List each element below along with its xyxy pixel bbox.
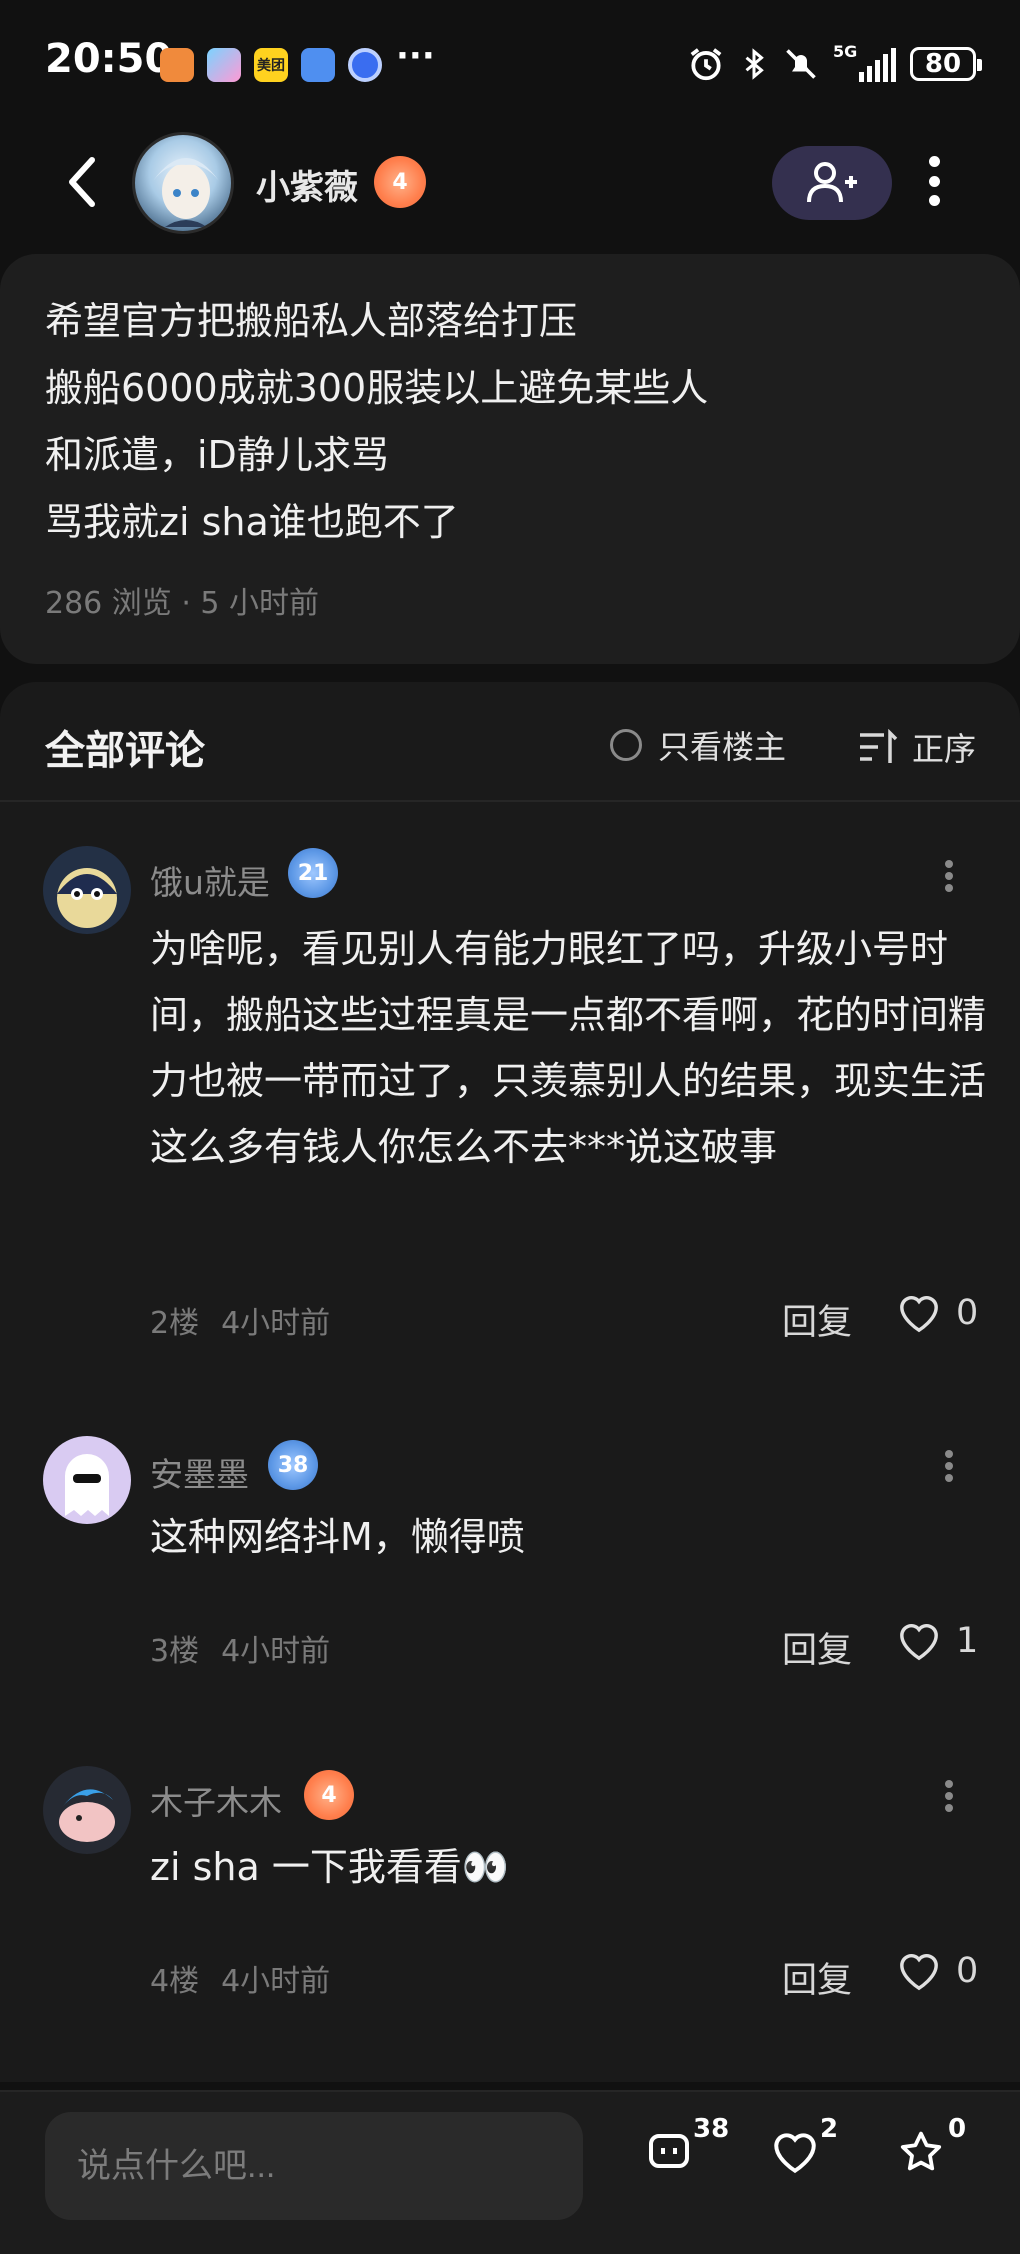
heart-icon <box>900 1624 938 1661</box>
pufferfish-avatar-image <box>57 868 117 928</box>
commenter-level: 4 <box>321 1782 337 1808</box>
comment-floor: 4楼 <box>150 1964 200 1999</box>
meituan-app-icon: 美团 <box>254 48 288 82</box>
like-count: 0 <box>956 1293 979 1333</box>
post-line: 骂我就zi sha谁也跑不了 <box>45 500 459 544</box>
reply-button[interactable]: 回复 <box>782 1622 852 1673</box>
post-line: 搬船6000成就300服装以上避免某些人 <box>45 366 709 410</box>
battery-icon: 80 <box>910 47 982 81</box>
blue-app-icon <box>301 48 335 82</box>
like-button[interactable]: 1 <box>896 1620 978 1662</box>
mute-icon <box>786 49 816 79</box>
pig-avatar-image <box>59 1789 115 1842</box>
comment-meta: 4楼 4小时前 <box>150 1956 330 2000</box>
commenter-level: 21 <box>297 860 329 886</box>
comment-text: 这种网络抖M，懒得喷 <box>150 1515 525 1559</box>
post-like-count: 2 <box>820 2114 839 2144</box>
status-bar: 20:50 美团 ··· 5G 80 <box>0 0 1020 120</box>
sort-label: 正序 <box>912 730 977 768</box>
divider <box>0 800 1020 802</box>
comment-time: 4小时前 <box>221 1634 331 1669</box>
comment-floor: 3楼 <box>150 1634 200 1669</box>
commenter-level-badge: 38 <box>268 1440 318 1490</box>
heart-icon <box>900 1954 938 1991</box>
comments-title: 全部评论 <box>45 728 205 774</box>
orange-app-icon <box>160 48 194 82</box>
commenter-level-badge: 21 <box>288 848 338 898</box>
post-line: 和派遣，iD静儿求骂 <box>45 433 389 477</box>
signal-icon: 5G <box>833 42 896 82</box>
signal-label: 5G <box>833 42 858 61</box>
comment-text: 为啥呢，看见别人有能力眼红了吗，升级小号时间，搬船这些过程真是一点都不看啊，花的… <box>150 927 987 1169</box>
back-icon[interactable] <box>60 152 104 212</box>
comment-icon <box>649 2134 689 2168</box>
like-button[interactable]: 0 <box>896 1292 978 1334</box>
status-time: 20:50 <box>45 36 173 82</box>
author-level-badge: 4 <box>374 156 426 208</box>
game-app-icon <box>207 48 241 82</box>
post-line: 希望官方把搬船私人部落给打压 <box>45 299 578 343</box>
like-count: 0 <box>956 1951 979 1991</box>
add-user-icon <box>807 162 857 203</box>
alarm-icon <box>690 48 722 81</box>
author-name[interactable]: 小紫薇 <box>256 160 358 209</box>
comment-text: zi sha 一下我看看👀 <box>150 1845 510 1889</box>
post-meta: 286 浏览 · 5 小时前 <box>45 586 320 621</box>
comment-time: 4小时前 <box>221 1964 331 1999</box>
author-avatar-image <box>153 158 219 227</box>
heart-icon <box>774 2133 816 2174</box>
sort-icon <box>860 729 898 763</box>
comment-more-icon[interactable] <box>944 860 954 892</box>
op-only-toggle[interactable]: 只看楼主 <box>610 722 786 768</box>
bluetooth-icon <box>745 48 764 80</box>
commenter-avatar[interactable] <box>43 846 131 934</box>
like-count: 1 <box>956 1621 979 1661</box>
commenter-name[interactable]: 安墨墨 <box>150 1448 249 1496</box>
comment-more-icon[interactable] <box>944 1780 954 1812</box>
more-options-icon[interactable] <box>929 156 940 206</box>
battery-level: 80 <box>924 49 962 79</box>
favorite-count: 0 <box>948 2114 967 2144</box>
status-icons: 5G 80 <box>687 42 982 84</box>
favorite-button[interactable]: 0 <box>896 2114 966 2180</box>
like-button[interactable]: 0 <box>896 1950 978 1992</box>
post-like-button[interactable]: 2 <box>770 2114 838 2180</box>
comment-meta: 2楼 4小时前 <box>150 1298 330 1342</box>
star-icon <box>900 2131 942 2171</box>
commenter-name[interactable]: 饿u就是 <box>150 856 270 904</box>
comment-more-icon[interactable] <box>944 1450 954 1482</box>
reply-button[interactable]: 回复 <box>782 1294 852 1345</box>
more-notifications-icon: ··· <box>396 36 435 76</box>
commenter-name[interactable]: 木子木木 <box>150 1776 282 1824</box>
follow-button[interactable] <box>772 146 892 220</box>
commenter-avatar[interactable] <box>43 1766 131 1854</box>
op-only-radio[interactable] <box>610 729 642 761</box>
browser-app-icon <box>348 48 382 82</box>
ghost-avatar-image <box>65 1454 109 1516</box>
comment-input[interactable] <box>45 2112 583 2220</box>
commenter-avatar[interactable] <box>43 1436 131 1524</box>
commenter-level-badge: 4 <box>304 1770 354 1820</box>
sort-button[interactable]: 正序 <box>858 724 976 770</box>
comment-meta: 3楼 4小时前 <box>150 1626 330 1670</box>
reply-button[interactable]: 回复 <box>782 1952 852 2003</box>
comment-floor: 2楼 <box>150 1306 200 1341</box>
comment-time: 4小时前 <box>221 1306 331 1341</box>
author-avatar[interactable] <box>132 132 234 234</box>
commenter-level: 38 <box>277 1452 309 1478</box>
author-level: 4 <box>392 169 408 195</box>
comment-count: 38 <box>693 2114 730 2144</box>
heart-icon <box>900 1296 938 1333</box>
op-only-label: 只看楼主 <box>658 728 787 766</box>
comment-count-button[interactable]: 38 <box>645 2114 729 2180</box>
